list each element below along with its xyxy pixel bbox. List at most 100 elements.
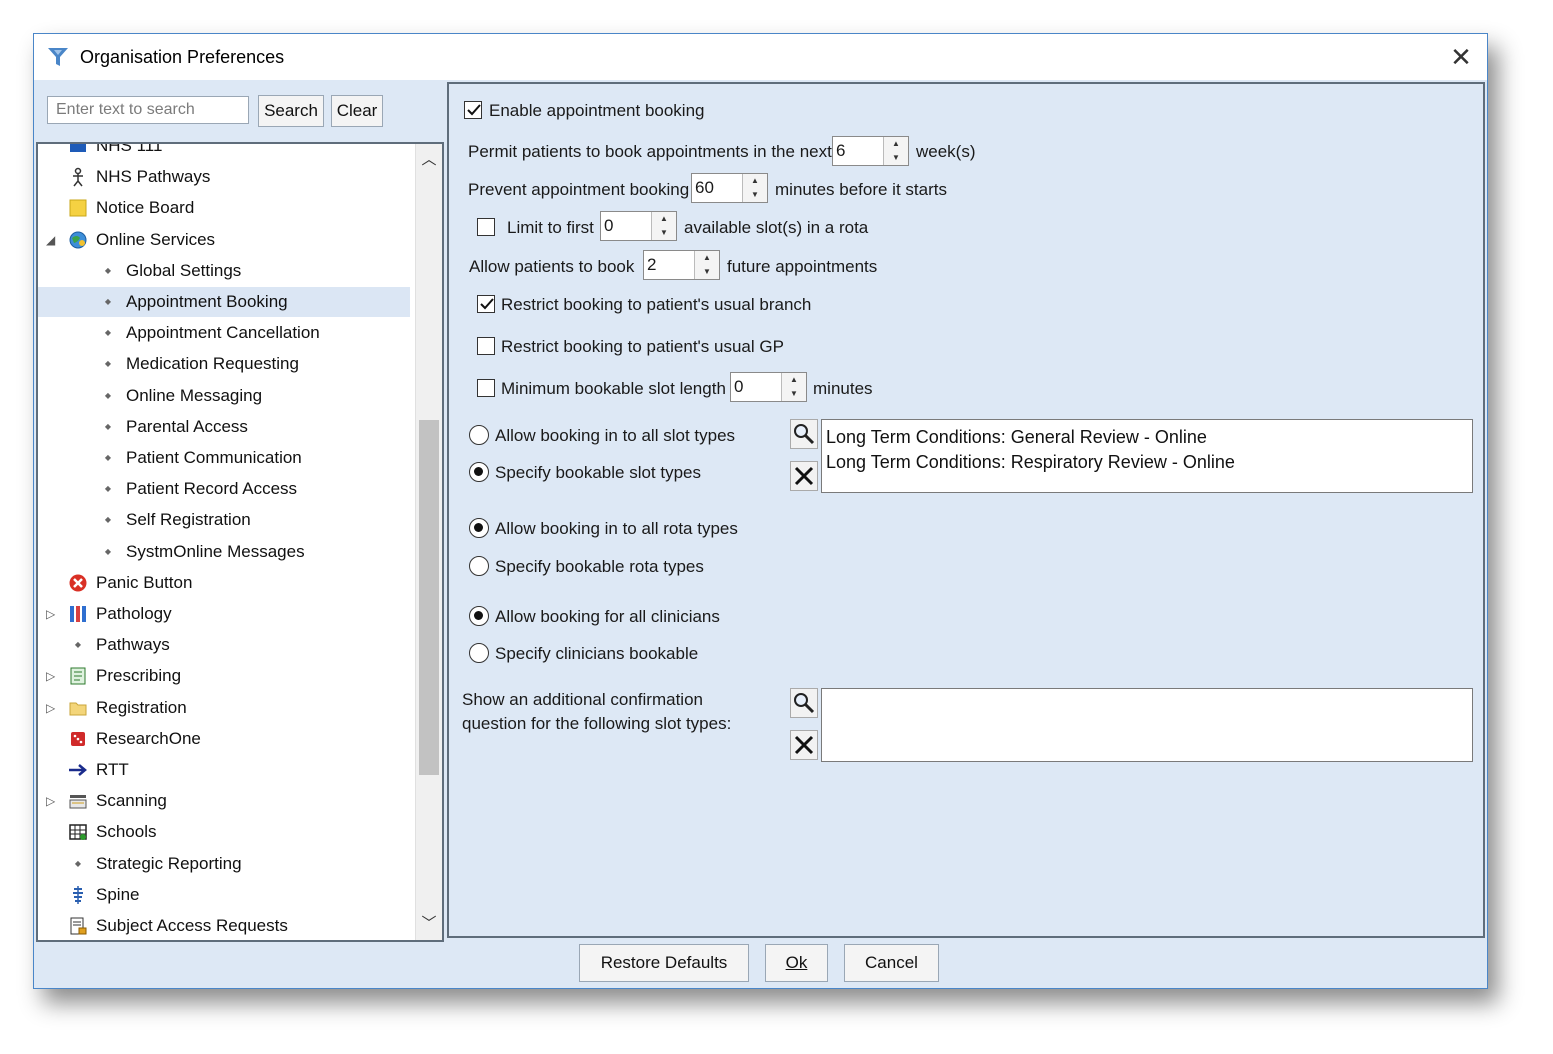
confirmation-label-line2: question for the following slot types:: [462, 714, 732, 733]
tree-item[interactable]: ◆ Online Messaging: [38, 381, 410, 411]
magnifier-icon: [794, 424, 815, 445]
tree-scrollbar[interactable]: ︿ ﹀: [415, 144, 442, 940]
collapse-arrow-icon[interactable]: ◢: [46, 225, 60, 255]
specify-clinicians-radio[interactable]: [469, 643, 489, 663]
expand-arrow-icon[interactable]: ▷: [46, 599, 60, 629]
tree-item[interactable]: ResearchOne: [38, 724, 410, 754]
confirmation-slot-types-list[interactable]: [821, 688, 1473, 762]
spinner-up-icon[interactable]: ▲: [884, 137, 908, 151]
tree-item-label: Global Settings: [126, 260, 242, 280]
tree-item[interactable]: ◆ Strategic Reporting: [38, 849, 410, 879]
tree-item[interactable]: ▷ Registration: [38, 693, 410, 723]
specify-slot-types-radio[interactable]: [469, 462, 489, 482]
all-clinicians-radio[interactable]: [469, 606, 489, 626]
confirmation-search-button[interactable]: [790, 688, 818, 718]
scroll-thumb[interactable]: [419, 420, 439, 775]
search-input[interactable]: [47, 96, 249, 124]
tree-item[interactable]: ◆ Appointment Booking: [38, 287, 410, 317]
spinner-down-icon[interactable]: ▼: [884, 151, 908, 165]
search-button[interactable]: Search: [258, 95, 324, 127]
spinner-down-icon[interactable]: ▼: [743, 188, 767, 202]
prevent-minutes-value: 60: [695, 178, 714, 197]
close-icon: ✕: [1450, 42, 1472, 72]
all-rota-types-radio[interactable]: [469, 518, 489, 538]
enable-booking-checkbox[interactable]: [464, 101, 482, 119]
spinner-up-icon[interactable]: ▲: [652, 212, 676, 226]
bullet-icon: ◆: [74, 640, 82, 650]
tree-item[interactable]: ◆ Parental Access: [38, 412, 410, 442]
scroll-up-arrow-icon[interactable]: ︿: [416, 148, 442, 172]
tree-item-label: Notice Board: [96, 198, 195, 218]
tree-item[interactable]: ◆ Patient Record Access: [38, 474, 410, 504]
tree-item[interactable]: Panic Button: [38, 568, 410, 598]
tree-item-label: Patient Record Access: [126, 479, 298, 499]
tree-item[interactable]: Spine: [38, 880, 410, 910]
min-slot-spinner[interactable]: 0 ▲ ▼: [730, 372, 807, 402]
limit-first-checkbox[interactable]: [477, 218, 495, 236]
bullet-icon: ◆: [104, 453, 112, 462]
spinner-down-icon[interactable]: ▼: [782, 387, 806, 401]
all-slot-types-radio[interactable]: [469, 425, 489, 445]
allow-future-spinner[interactable]: 2 ▲ ▼: [643, 250, 720, 280]
tree-item[interactable]: ◆ Self Registration: [38, 505, 410, 535]
tree-item[interactable]: ◆ Global Settings: [38, 256, 410, 286]
permit-weeks-spinner[interactable]: 6 ▲ ▼: [832, 136, 909, 166]
restrict-branch-label: Restrict booking to patient's usual bran…: [501, 295, 812, 314]
restore-defaults-button[interactable]: Restore Defaults: [579, 944, 749, 982]
tree-item[interactable]: ◆ Medication Requesting: [38, 349, 410, 379]
bullet-icon: ◆: [104, 546, 112, 556]
tree-item-label: Panic Button: [96, 572, 193, 592]
expand-arrow-icon[interactable]: ▷: [46, 786, 60, 816]
slot-types-search-button[interactable]: [790, 419, 818, 449]
allow-future-suffix: future appointments: [727, 257, 878, 276]
ok-button[interactable]: Ok: [765, 944, 828, 982]
specify-rota-types-radio[interactable]: [469, 556, 489, 576]
min-slot-checkbox[interactable]: [477, 379, 495, 397]
restrict-branch-checkbox[interactable]: [477, 295, 495, 313]
limit-first-suffix: available slot(s) in a rota: [684, 218, 869, 237]
tree-item[interactable]: ◆ Appointment Cancellation: [38, 318, 410, 348]
limit-first-spinner[interactable]: 0 ▲ ▼: [600, 211, 677, 241]
tree-item[interactable]: RTT: [38, 755, 410, 785]
clear-button[interactable]: Clear: [331, 95, 383, 127]
panic-button-icon: [68, 573, 88, 593]
tree-item[interactable]: NHS Pathways: [38, 162, 410, 192]
expand-arrow-icon[interactable]: ▷: [46, 693, 60, 723]
bullet-icon: ◆: [104, 484, 112, 494]
tree-item[interactable]: Subject Access Requests: [38, 911, 410, 940]
spinner-up-icon[interactable]: ▲: [782, 373, 806, 387]
tree-item[interactable]: NHS 111: [38, 144, 410, 161]
list-item[interactable]: Long Term Conditions: General Review - O…: [826, 427, 1207, 448]
list-item[interactable]: Long Term Conditions: Respiratory Review…: [826, 452, 1235, 473]
prevent-minutes-spinner[interactable]: 60 ▲ ▼: [691, 173, 768, 203]
tree-item[interactable]: ▷ Scanning: [38, 786, 410, 816]
cancel-button[interactable]: Cancel: [844, 944, 939, 982]
bookable-slot-types-list[interactable]: Long Term Conditions: General Review - O…: [821, 419, 1473, 493]
spinner-down-icon[interactable]: ▼: [652, 226, 676, 240]
permit-weeks-label: Permit patients to book appointments in …: [468, 142, 832, 161]
tree-item[interactable]: ◆ Patient Communication: [38, 443, 410, 473]
slot-types-remove-button[interactable]: [790, 461, 818, 491]
close-button[interactable]: ✕: [1443, 40, 1479, 74]
confirmation-remove-button[interactable]: [790, 730, 818, 760]
spinner-up-icon[interactable]: ▲: [695, 251, 719, 265]
preferences-tree[interactable]: NHS 111 NHS Pathways Notice Board ◢ Online S…: [36, 142, 444, 942]
tree-item[interactable]: ▷ Pathology: [38, 599, 410, 629]
tree-item[interactable]: ◆ SystmOnline Messages: [38, 537, 410, 567]
spinner-down-icon[interactable]: ▼: [695, 265, 719, 279]
expand-arrow-icon[interactable]: ▷: [46, 661, 60, 691]
tree-item[interactable]: ◢ Online Services: [38, 225, 410, 255]
tree-item[interactable]: Schools: [38, 817, 410, 847]
tree-item-label: Appointment Booking: [126, 292, 288, 311]
spinner-up-icon[interactable]: ▲: [743, 174, 767, 188]
limit-first-value: 0: [604, 216, 614, 235]
bullet-icon: ◆: [104, 515, 112, 525]
tree-item[interactable]: Notice Board: [38, 193, 410, 223]
tree-item-label: Strategic Reporting: [96, 853, 242, 873]
bullet-icon: ◆: [104, 265, 112, 275]
tree-item[interactable]: ▷ Prescribing: [38, 661, 410, 691]
restrict-gp-checkbox[interactable]: [477, 337, 495, 355]
tree-item[interactable]: ◆ Pathways: [38, 630, 410, 660]
scroll-down-arrow-icon[interactable]: ﹀: [416, 912, 442, 936]
sticky-note-icon: [68, 198, 88, 218]
